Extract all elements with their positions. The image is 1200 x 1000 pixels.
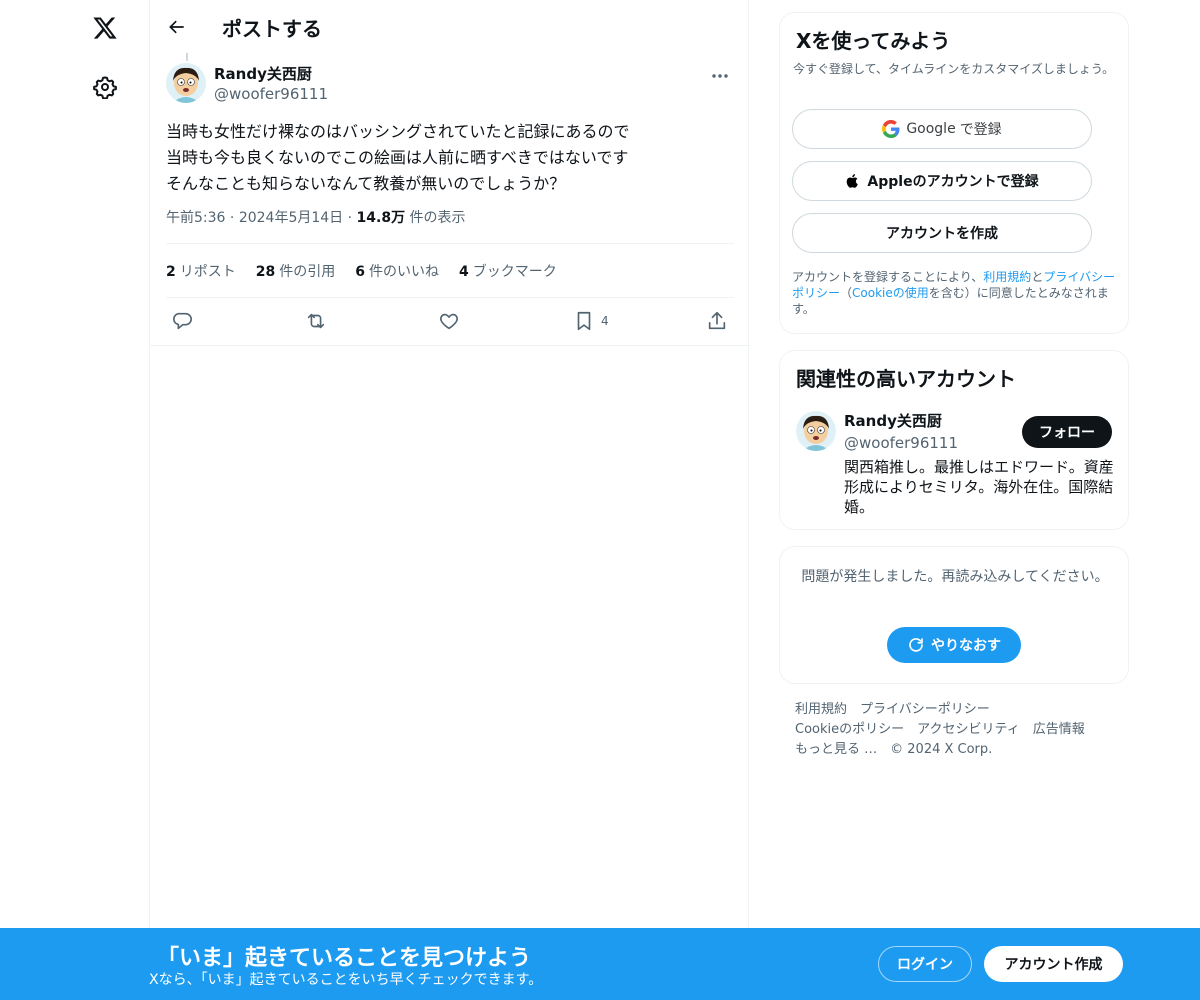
stat-likes[interactable]: 6 件のいいね <box>355 261 439 281</box>
divider <box>166 243 734 244</box>
banner-subtitle: Xなら、「いま」起きていることをいち早くチェックできます。 <box>149 972 543 988</box>
reply-icon[interactable] <box>171 308 193 334</box>
banner-create-account-button[interactable]: アカウント作成 <box>984 946 1123 982</box>
share-icon[interactable] <box>706 308 728 334</box>
avatar[interactable] <box>796 411 836 451</box>
tweet-text: 当時も女性だけ裸なのはバッシングされていたと記録にあるので 当時も今も良くないの… <box>166 119 736 197</box>
login-button[interactable]: ログイン <box>878 946 972 982</box>
stat-bookmarks[interactable]: 4 ブックマーク <box>459 261 557 281</box>
footer-terms-link[interactable]: 利用規約 <box>795 700 847 720</box>
banner-title: 「いま」起きていることを見つけよう <box>157 946 532 971</box>
tweet-time[interactable]: 午前5:36 <box>166 210 225 226</box>
follow-button[interactable]: フォロー <box>1022 416 1112 448</box>
left-nav <box>0 0 150 1000</box>
google-signup-label: で登録 <box>959 122 1002 138</box>
tweet-text-line: 当時も女性だけ裸なのはバッシングされていたと記録にあるので <box>166 122 630 141</box>
bookmark-count: 4 <box>601 314 609 328</box>
google-g-icon <box>882 120 900 138</box>
tweet-date[interactable]: 2024年5月14日 <box>239 210 343 226</box>
google-brand: Google <box>906 121 956 137</box>
like-heart-icon[interactable] <box>438 308 460 334</box>
settings-gear-icon[interactable] <box>90 72 120 102</box>
bookmark-button[interactable]: 4 <box>573 308 609 334</box>
tweet-stats: 2 リポスト 28 件の引用 6 件のいいね 4 ブックマーク <box>166 261 557 281</box>
tweet-text-line: そんなことも知らないなんて教養が無いのでしょうか？ <box>166 174 566 193</box>
apple-signup-button[interactable]: Appleのアカウントで登録 <box>792 161 1092 201</box>
signup-title: Xを使ってみよう <box>796 29 951 53</box>
tweet-actions: 4 <box>166 308 734 334</box>
footer-links: 利用規約 プライバシーポリシー Cookieのポリシー アクセシビリティ 広告情… <box>795 700 1115 760</box>
error-message: 問題が発生しました。再読み込みしてください。 <box>801 569 1109 585</box>
signup-subtitle: 今すぐ登録して、タイムラインをカスタマイズしましょう。 <box>793 62 1115 76</box>
repost-icon[interactable] <box>304 308 328 334</box>
related-bio: 関西箱推し。最推しはエドワード。資産形成によりセミリタ。海外在住。国際結婚。 <box>844 458 1114 516</box>
apple-signup-label: Appleのアカウントで登録 <box>867 174 1039 190</box>
footer-copyright: © 2024 X Corp. <box>890 742 993 757</box>
top-bar: ポストする <box>150 0 750 53</box>
thread-line <box>186 53 188 61</box>
retry-label: やりなおす <box>931 638 1001 654</box>
tweet-meta: 午前5:36 · 2024年5月14日 · 14.8万 件の表示 <box>166 210 466 226</box>
retry-button[interactable]: やりなおす <box>887 627 1021 663</box>
page-title: ポストする <box>222 17 322 41</box>
stat-reposts[interactable]: 2 リポスト <box>166 261 236 281</box>
divider <box>166 297 734 298</box>
related-name[interactable]: Randy关西厨 <box>844 411 942 431</box>
legal-text: アカウントを登録することにより、利用規約とプライバシーポリシー（Cookieの使… <box>792 270 1116 316</box>
footer-accessibility-link[interactable]: アクセシビリティ <box>917 720 1020 740</box>
avatar[interactable] <box>166 63 206 103</box>
signup-card: Xを使ってみよう 今すぐ登録して、タイムラインをカスタマイズしましょう。 Goo… <box>779 12 1129 334</box>
create-account-button[interactable]: アカウントを作成 <box>792 213 1092 253</box>
stat-quotes[interactable]: 28 件の引用 <box>256 261 335 281</box>
apple-icon <box>847 174 859 188</box>
google-signup-button[interactable]: Google で登録 <box>792 109 1092 149</box>
terms-link[interactable]: 利用規約 <box>983 270 1031 284</box>
back-arrow-icon[interactable] <box>164 14 190 40</box>
related-accounts-card: 関連性の高いアカウント Randy关西厨 @woofer96111 フォロー 関… <box>779 350 1129 530</box>
views-label: 件の表示 <box>409 210 466 226</box>
error-card: 問題が発生しました。再読み込みしてください。 やりなおす <box>779 546 1129 684</box>
x-logo-icon[interactable] <box>89 12 121 44</box>
footer-more-link[interactable]: もっと見る … <box>795 740 877 760</box>
create-account-label: アカウントを作成 <box>886 226 998 242</box>
refresh-icon <box>909 638 923 652</box>
footer-privacy-link[interactable]: プライバシーポリシー <box>860 700 990 720</box>
related-handle[interactable]: @woofer96111 <box>844 433 958 453</box>
tweet-text-line: 当時も今も良くないのでこの絵画は人前に晒すべきではないです <box>166 148 629 167</box>
footer-cookie-link[interactable]: Cookieのポリシー <box>795 720 904 740</box>
related-title: 関連性の高いアカウント <box>796 367 1016 391</box>
main-column: ポストする Randy关西厨 @woofer96111 当時も女性だけ裸なのはバ… <box>149 0 750 1000</box>
views-count: 14.8万 <box>356 210 406 226</box>
tweet-author: Randy关西厨 @woofer96111 <box>166 63 328 104</box>
author-handle[interactable]: @woofer96111 <box>214 84 328 104</box>
footer-ads-link[interactable]: 広告情報 <box>1033 720 1085 740</box>
divider <box>150 345 750 346</box>
cookie-link[interactable]: Cookieの使用 <box>852 286 929 300</box>
bookmark-icon <box>577 311 591 331</box>
more-options-icon[interactable] <box>706 66 734 86</box>
author-name[interactable]: Randy关西厨 <box>214 64 328 84</box>
